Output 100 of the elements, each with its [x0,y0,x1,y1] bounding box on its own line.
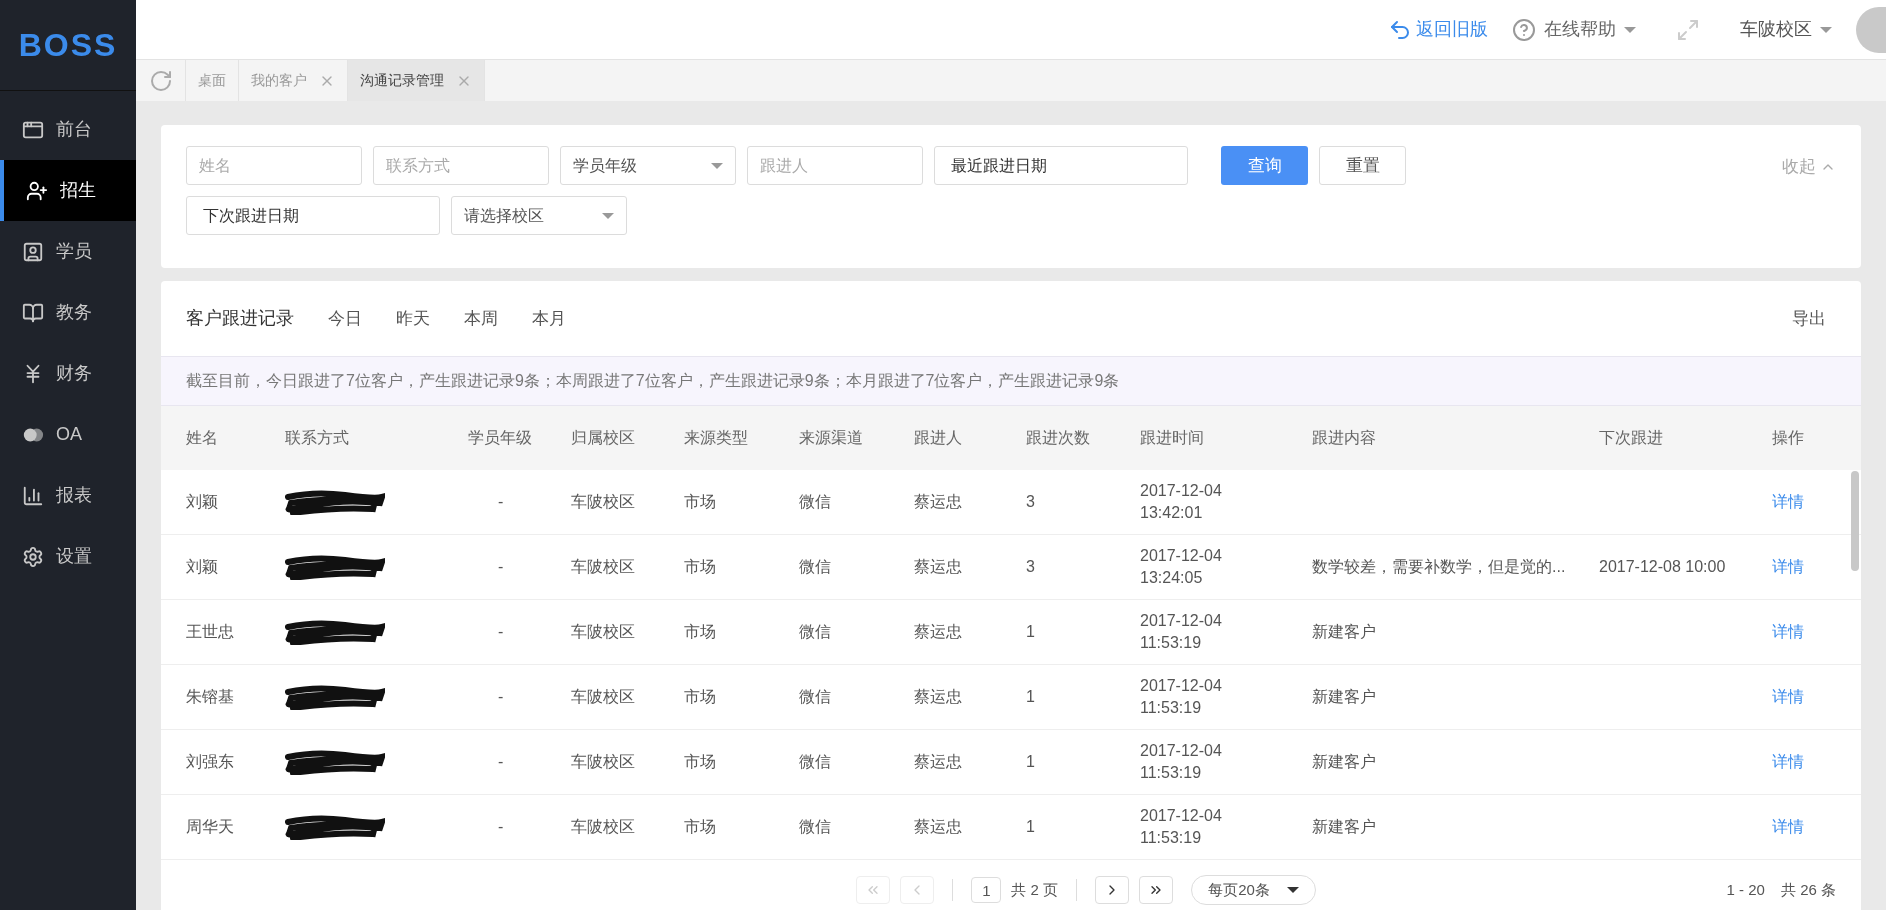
contact-card-icon [22,240,44,263]
sidebar-item[interactable]: OA [0,404,136,465]
table-cell: - [498,688,504,705]
column-header: 跟进次数 [1026,429,1090,446]
table-cell: 王世忠 [186,623,234,640]
first-page-button[interactable] [856,876,891,904]
table-cell: 朱镕基 [186,688,234,705]
table-cell: 市场 [684,753,716,770]
table-cell: 车陂校区 [571,688,635,705]
help-menu[interactable]: 在线帮助 [1512,16,1636,43]
sidebar-item[interactable]: 报表 [0,465,136,526]
details-link[interactable]: 详情 [1772,558,1804,575]
period-tab[interactable]: 今日 [328,305,362,332]
table-cell: 3 [1026,493,1035,510]
table-cell: 市场 [684,493,716,510]
period-tab[interactable]: 昨天 [396,305,430,332]
text-field[interactable]: 联系方式 [373,146,549,185]
table-cell: 蔡运忠 [914,753,962,770]
table-cell: 刘颖 [186,558,218,575]
table-cell: 微信 [799,753,831,770]
table-cell: 蔡运忠 [914,623,962,640]
refresh-icon[interactable] [148,68,173,93]
column-header: 联系方式 [285,429,349,446]
text-field[interactable]: 姓名 [186,146,362,185]
table-cell: 车陂校区 [571,753,635,770]
column-header: 跟进时间 [1140,429,1204,446]
column-header: 学员年级 [468,429,532,446]
table-cell: 新建客户 [1312,688,1376,705]
page-tab[interactable]: 沟通记录管理 [348,60,485,101]
column-header: 跟进人 [914,429,962,446]
details-link[interactable]: 详情 [1772,623,1804,640]
date-field[interactable]: 下次跟进日期 [186,196,440,235]
details-link[interactable]: 详情 [1772,493,1804,510]
export-button[interactable]: 导出 [1792,305,1826,332]
table-cell: - [498,818,504,835]
logo: BOSS [18,26,118,65]
book-icon [22,301,44,324]
column-header: 来源渠道 [799,429,863,446]
caret-icon [1287,887,1300,893]
last-page-button[interactable] [1139,876,1174,904]
table-cell: 车陂校区 [571,818,635,835]
table-cell-text: 11:53:19 [1140,763,1203,783]
table-cell: 新建客户 [1312,753,1376,770]
column-header: 操作 [1772,429,1804,446]
table-cell: 3 [1026,558,1035,575]
column-header: 跟进内容 [1312,429,1376,446]
table-cell-text: 2017-12-04 [1140,611,1223,631]
details-link[interactable]: 详情 [1772,818,1804,835]
table-cell-text: 11:53:19 [1140,828,1203,848]
summary-text: 截至目前，今日跟进了7位客户，产生跟进记录9条；本周跟进了7位客户，产生跟进记录9条；本月跟进了7位客户，产生跟进记录9条 [186,371,1120,391]
table-cell: 蔡运忠 [914,493,962,510]
table-cell: 微信 [799,623,831,640]
scrollbar-thumb[interactable] [1851,471,1859,571]
reset-button[interactable]: 重置 [1319,146,1406,185]
table-cell: - [498,558,504,575]
user-plus-icon [26,179,48,202]
column-header: 来源类型 [684,429,748,446]
next-page-button[interactable] [1095,876,1130,904]
text-field[interactable]: 跟进人 [747,146,923,185]
date-field[interactable]: 最近跟进日期 [934,146,1188,185]
prev-page-button[interactable] [900,876,935,904]
table-cell: 新建客户 [1312,623,1376,640]
select-field[interactable]: 请选择校区 [451,196,627,235]
bar-chart-icon [22,484,44,507]
column-header: 归属校区 [571,429,635,446]
avatar-silhouette[interactable] [1856,6,1886,53]
sidebar-item[interactable]: 设置 [0,526,136,587]
table-cell: 微信 [799,493,831,510]
campus-menu[interactable]: 车陂校区 [1740,16,1832,43]
page-number-field[interactable]: 1 [971,877,1002,903]
table-cell: 数学较差，需要补数学，但是觉的... [1312,558,1566,575]
table-cell: 车陂校区 [571,493,635,510]
table-cell: 刘强东 [186,753,234,770]
table-cell-text: 2017-12-04 [1140,481,1223,501]
table-cell-text: 13:42:01 [1140,503,1204,523]
details-link[interactable]: 详情 [1772,753,1804,770]
table-cell: 1 [1026,623,1035,640]
sidebar-item[interactable]: 财务 [0,343,136,404]
sidebar-item[interactable]: 招生 [0,160,136,221]
sidebar-item[interactable]: 前台 [0,99,136,160]
range-text: 1 - 20 [1726,879,1765,900]
table-cell: 刘颖 [186,493,218,510]
table-cell: 新建客户 [1312,818,1376,835]
sidebar-item[interactable]: 教务 [0,282,136,343]
table-cell-text: 2017-12-04 [1140,741,1223,761]
table-cell: 蔡运忠 [914,688,962,705]
table-cell: - [498,753,504,770]
select-field[interactable]: 学员年级 [560,146,736,185]
table-cell-text: 11:53:19 [1140,698,1203,718]
sidebar-item[interactable]: 学员 [0,221,136,282]
back-link[interactable]: 返回旧版 [1388,16,1488,43]
table-cell: 1 [1026,688,1035,705]
total-count-text: 共 26 条 [1780,879,1836,900]
fullscreen-icon[interactable] [1676,17,1700,42]
panel-title: 客户跟进记录 [186,307,294,330]
details-link[interactable]: 详情 [1772,688,1804,705]
table-cell-text: 13:24:05 [1140,568,1204,588]
period-tab[interactable]: 本周 [464,305,498,332]
table-cell-text: 2017-12-04 [1140,676,1223,696]
period-tab[interactable]: 本月 [532,305,566,332]
